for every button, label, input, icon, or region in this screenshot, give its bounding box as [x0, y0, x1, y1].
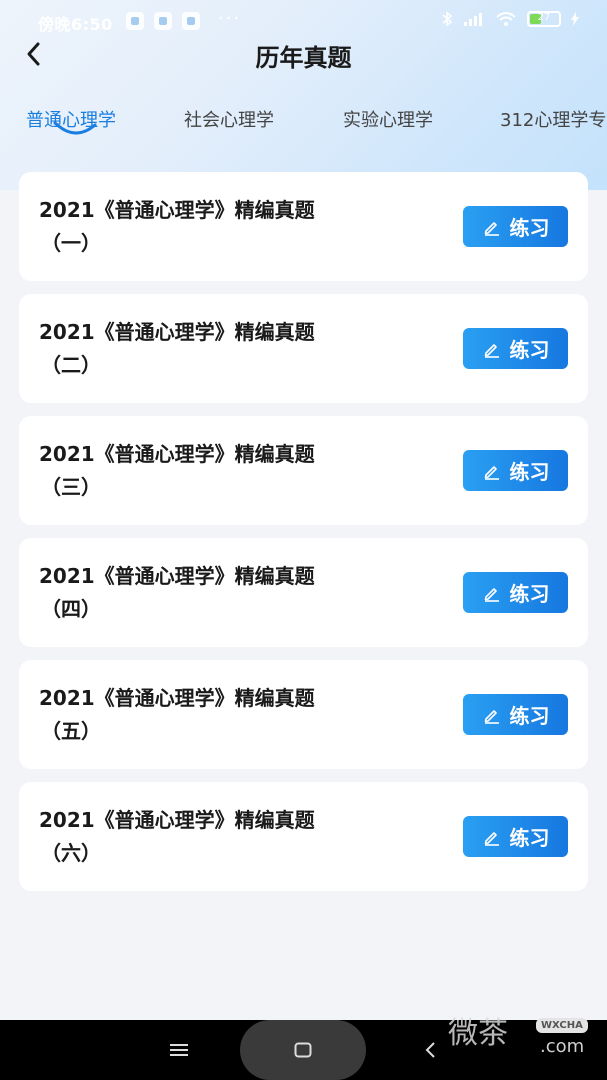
list-item: 2021《普通心理学》精编真题 （六） 练习 — [19, 782, 588, 891]
edit-icon — [484, 465, 499, 480]
item-subtitle: （一） — [41, 231, 101, 255]
item-title-text: 2021《普通心理学》精编真题 — [39, 320, 315, 344]
item-subtitle: （二） — [41, 353, 101, 377]
practice-button-label: 练习 — [509, 704, 550, 728]
wifi-icon — [496, 12, 516, 26]
battery-icon: 27 — [527, 11, 561, 27]
item-title: 2021《普通心理学》精编真题 （四） — [39, 560, 409, 626]
list-item: 2021《普通心理学》精编真题 （二） 练习 — [19, 294, 588, 403]
practice-button-label: 练习 — [509, 582, 550, 606]
page-title: 历年真题 — [255, 44, 352, 72]
item-subtitle: （四） — [41, 597, 101, 621]
item-subtitle: （三） — [41, 475, 101, 499]
practice-button[interactable]: 练习 — [463, 572, 568, 613]
exam-list: 2021《普通心理学》精编真题 （一） 练习 2021《普通心理学》精编真题 （… — [19, 172, 588, 904]
practice-button-label: 练习 — [509, 338, 550, 362]
more-notifications-icon: ··· — [218, 8, 242, 29]
signal-icon — [464, 13, 482, 26]
status-icons: 27 — [441, 11, 579, 27]
practice-button-label: 练习 — [509, 826, 550, 850]
tab-experimental-psychology[interactable]: 实验心理学 — [343, 106, 433, 132]
practice-button[interactable]: 练习 — [463, 694, 568, 735]
list-item: 2021《普通心理学》精编真题 （一） 练习 — [19, 172, 588, 281]
item-subtitle: （五） — [41, 719, 101, 743]
practice-button[interactable]: 练习 — [463, 328, 568, 369]
shield-notification-icon — [154, 12, 172, 30]
menu-icon[interactable] — [170, 1042, 188, 1058]
item-title: 2021《普通心理学》精编真题 （三） — [39, 438, 409, 504]
edit-icon — [484, 831, 499, 846]
active-tab-indicator — [53, 121, 97, 135]
practice-button-label: 练习 — [509, 216, 550, 240]
system-navigation-bar — [0, 1020, 607, 1080]
tab-312-psychology[interactable]: 312心理学专 — [500, 106, 606, 132]
item-title: 2021《普通心理学》精编真题 （五） — [39, 682, 409, 748]
nav-back-icon[interactable] — [424, 1040, 438, 1060]
item-title-text: 2021《普通心理学》精编真题 — [39, 198, 315, 222]
charging-icon — [571, 12, 579, 26]
home-square-icon[interactable] — [294, 1042, 312, 1058]
shield-notification-icon — [126, 12, 144, 30]
practice-button[interactable]: 练习 — [463, 206, 568, 247]
edit-icon — [484, 343, 499, 358]
practice-button-label: 练习 — [509, 460, 550, 484]
item-subtitle: （六） — [41, 841, 101, 865]
item-title-text: 2021《普通心理学》精编真题 — [39, 442, 315, 466]
battery-level: 27 — [537, 12, 551, 23]
edit-icon — [484, 587, 499, 602]
item-title-text: 2021《普通心理学》精编真题 — [39, 686, 315, 710]
watermark-text: 微茶 — [448, 1016, 508, 1051]
list-item: 2021《普通心理学》精编真题 （四） 练习 — [19, 538, 588, 647]
item-title-text: 2021《普通心理学》精编真题 — [39, 808, 315, 832]
navigation-bar: 历年真题 — [0, 30, 607, 80]
edit-icon — [484, 709, 499, 724]
item-title: 2021《普通心理学》精编真题 （一） — [39, 194, 409, 260]
practice-button[interactable]: 练习 — [463, 816, 568, 857]
bluetooth-icon — [442, 11, 453, 27]
watermark-domain: .com — [540, 1036, 585, 1057]
watermark-badge: WXCHA — [536, 1018, 588, 1033]
list-item: 2021《普通心理学》精编真题 （五） 练习 — [19, 660, 588, 769]
item-title: 2021《普通心理学》精编真题 （二） — [39, 316, 409, 382]
list-item: 2021《普通心理学》精编真题 （三） 练习 — [19, 416, 588, 525]
item-title-text: 2021《普通心理学》精编真题 — [39, 564, 315, 588]
edit-icon — [484, 221, 499, 236]
item-title: 2021《普通心理学》精编真题 （六） — [39, 804, 409, 870]
app-notification-icon — [182, 12, 200, 30]
practice-button[interactable]: 练习 — [463, 450, 568, 491]
tab-social-psychology[interactable]: 社会心理学 — [184, 106, 274, 132]
